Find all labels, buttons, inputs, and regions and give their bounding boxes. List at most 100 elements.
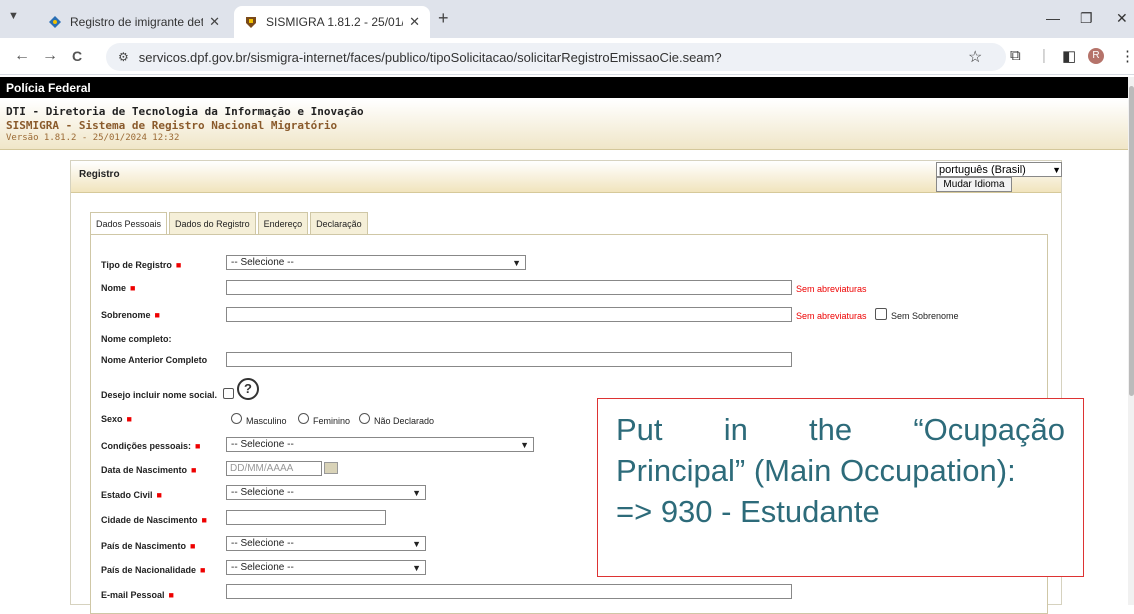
nome-social-label: Desejo incluir nome social. — [101, 390, 218, 400]
select-value: -- Selecione -- — [231, 538, 294, 549]
panel-title: Registro — [79, 169, 120, 180]
sexo-masculino-radio[interactable] — [231, 413, 242, 424]
nome-anterior-label: Nome Anterior Completo — [101, 355, 208, 365]
instruction-callout: Put in the “Ocupação Principal” (Main Oc… — [597, 398, 1084, 577]
chevron-down-icon: ▼ — [412, 562, 421, 573]
tipo-registro-select[interactable]: -- Selecione -- ▼ — [226, 255, 526, 270]
chevron-down-icon: ▼ — [512, 257, 521, 268]
callout-word: the — [809, 412, 853, 447]
profile-avatar[interactable]: R — [1088, 48, 1104, 64]
nome-anterior-input[interactable] — [226, 352, 792, 367]
nome-social-checkbox[interactable] — [223, 388, 234, 399]
header-dti: DTI - Diretoria de Tecnologia da Informa… — [6, 105, 364, 118]
chevron-down-icon: ▼ — [520, 439, 529, 450]
callout-line-3: => 930 - Estudante — [616, 494, 880, 529]
data-nascimento-label: Data de Nascimento ■ — [101, 465, 197, 475]
tab-search-chevron-icon[interactable]: ▼ — [8, 10, 19, 22]
minimize-icon[interactable]: — — [1046, 10, 1060, 26]
chevron-down-icon: ▼ — [1052, 164, 1061, 175]
tab-dados-registro[interactable]: Dados do Registro — [169, 212, 256, 234]
required-marker: ■ — [175, 260, 182, 270]
sexo-nao-declarado-radio[interactable] — [359, 413, 370, 424]
required-marker: ■ — [191, 465, 197, 475]
new-tab-button[interactable]: + — [438, 8, 449, 29]
browser-menu-icon[interactable]: ⋮ — [1120, 47, 1134, 65]
header-version: Versão 1.81.2 - 25/01/2024 12:32 — [6, 133, 180, 143]
sexo-nao-declarado-label: Não Declarado — [374, 416, 435, 426]
mudar-idioma-button[interactable]: Mudar Idioma — [936, 177, 1012, 192]
site-settings-icon[interactable]: ⚙ — [118, 50, 129, 64]
site-favicon-icon — [48, 15, 62, 29]
chevron-down-icon: ▼ — [412, 538, 421, 549]
url-text: servicos.dpf.gov.br/sismigra-internet/fa… — [138, 49, 722, 65]
sobrenome-label: Sobrenome ■ — [101, 310, 160, 320]
required-marker: ■ — [156, 490, 162, 500]
callout-line-2: Principal” (Main Occupation): — [616, 453, 1016, 488]
browser-tab-sismigra[interactable]: SISMIGRA 1.81.2 - 25/01/2024 ✕ — [234, 6, 430, 38]
address-bar-row: ← → C ⚙ servicos.dpf.gov.br/sismigra-int… — [0, 38, 1134, 75]
calendar-icon[interactable] — [324, 462, 338, 474]
callout-line-1: Put in the “Ocupação — [616, 409, 1065, 450]
estado-civil-select[interactable]: -- Selecione -- ▼ — [226, 485, 426, 500]
cidade-nascimento-input[interactable] — [226, 510, 386, 525]
help-icon[interactable]: ? — [237, 378, 259, 400]
back-arrow-icon[interactable]: ← — [14, 47, 30, 65]
page-scrollbar-thumb[interactable] — [1129, 86, 1134, 396]
browser-tab-registro[interactable]: Registro de imigrante detentor ✕ — [38, 6, 230, 38]
pais-nacionalidade-label: País de Nacionalidade ■ — [101, 565, 206, 575]
language-select[interactable]: português (Brasil) ▼ — [936, 162, 1062, 177]
required-marker: ■ — [126, 414, 132, 424]
forward-arrow-icon[interactable]: → — [42, 47, 58, 65]
condicoes-select[interactable]: -- Selecione -- ▼ — [226, 437, 534, 452]
side-panel-icon[interactable]: ◧ — [1062, 47, 1076, 65]
required-marker: ■ — [154, 310, 160, 320]
sexo-masculino-label: Masculino — [246, 416, 287, 426]
sem-sobrenome-checkbox[interactable] — [875, 308, 887, 320]
callout-word: in — [723, 412, 748, 447]
required-marker: ■ — [200, 565, 206, 575]
required-marker: ■ — [201, 515, 207, 525]
select-value: -- Selecione -- — [231, 439, 294, 450]
close-tab-icon[interactable]: ✕ — [209, 14, 220, 30]
required-marker: ■ — [195, 441, 201, 451]
nome-input[interactable] — [226, 280, 792, 295]
select-value: -- Selecione -- — [231, 487, 294, 498]
data-nascimento-input[interactable]: DD/MM/AAAA — [226, 461, 322, 476]
email-label: E-mail Pessoal ■ — [101, 590, 174, 600]
header-sismigra: SISMIGRA - Sistema de Registro Nacional … — [6, 119, 338, 132]
sexo-feminino-radio[interactable] — [298, 413, 309, 424]
nome-completo-label: Nome completo: — [101, 334, 172, 344]
nome-label: Nome ■ — [101, 283, 136, 293]
tab-dados-pessoais[interactable]: Dados Pessoais — [90, 212, 168, 236]
restore-icon[interactable]: ❐ — [1080, 10, 1093, 27]
language-value: português (Brasil) — [939, 163, 1026, 176]
registro-panel-header: Registro — [71, 161, 1061, 193]
sem-sobrenome-label: Sem Sobrenome — [891, 311, 959, 321]
close-window-icon[interactable]: ✕ — [1116, 10, 1128, 27]
close-tab-icon[interactable]: ✕ — [409, 14, 420, 30]
form-tabs: Dados Pessoais Dados do Registro Endereç… — [90, 212, 370, 236]
policia-federal-bar: Polícia Federal — [0, 77, 1134, 98]
tab-endereco[interactable]: Endereço — [257, 212, 309, 234]
pais-nascimento-label: País de Nascimento ■ — [101, 541, 196, 551]
sobrenome-hint: Sem abreviaturas — [796, 311, 867, 321]
estado-civil-label: Estado Civil ■ — [101, 490, 162, 500]
condicoes-label: Condições pessoais: ■ — [101, 441, 201, 451]
required-marker: ■ — [168, 590, 174, 600]
select-value: -- Selecione -- — [231, 257, 294, 268]
pais-nascimento-select[interactable]: -- Selecione -- ▼ — [226, 536, 426, 551]
sobrenome-input[interactable] — [226, 307, 792, 322]
pais-nacionalidade-select[interactable]: -- Selecione -- ▼ — [226, 560, 426, 575]
cidade-nascimento-label: Cidade de Nascimento ■ — [101, 515, 207, 525]
nome-hint: Sem abreviaturas — [796, 284, 867, 294]
browser-tab-title: SISMIGRA 1.81.2 - 25/01/2024 — [266, 15, 403, 29]
police-badge-icon — [244, 15, 258, 29]
url-field[interactable]: ⚙ servicos.dpf.gov.br/sismigra-internet/… — [106, 43, 1006, 71]
reload-icon[interactable]: C — [72, 48, 82, 64]
site-header: DTI - Diretoria de Tecnologia da Informa… — [0, 100, 1128, 150]
email-input[interactable] — [226, 584, 792, 599]
sexo-feminino-label: Feminino — [313, 416, 351, 426]
bookmark-star-icon[interactable]: ☆ — [968, 47, 982, 67]
extensions-icon[interactable]: ⧉ — [1010, 47, 1021, 64]
tab-declaracao[interactable]: Declaração — [310, 212, 368, 234]
